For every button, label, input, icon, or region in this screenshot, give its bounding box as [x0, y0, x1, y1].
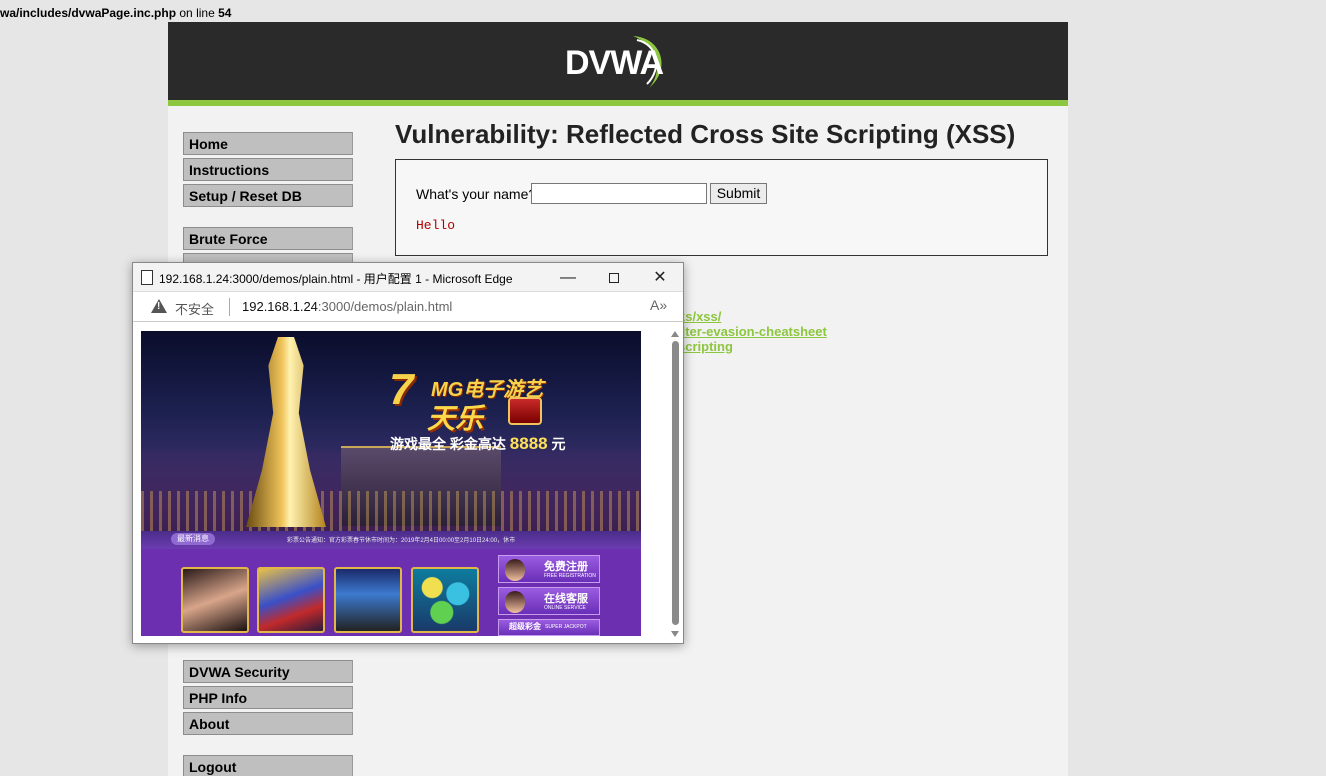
- address-separator: [229, 298, 230, 316]
- menu-group-logout: Logout: [183, 755, 353, 776]
- ad-news-bar: 最新消息 彩票公告通知：官方彩票春节休市时间为：2019年2月4日00:00至2…: [141, 531, 641, 549]
- page-icon: [141, 270, 153, 285]
- address-url[interactable]: 192.168.1.24:3000/demos/plain.html: [242, 299, 452, 314]
- menu-group-settings: DVWA Security PHP Info About: [183, 660, 353, 738]
- slot-machine-icon: [508, 397, 542, 425]
- name-input[interactable]: [531, 183, 707, 204]
- ad-side-en: SUPER JACKPOT: [545, 624, 587, 630]
- ad-register-button[interactable]: 免费注册 FREE REGISTRATION: [498, 555, 600, 583]
- xss-form-box: What's your name? Submit Hello: [395, 159, 1048, 256]
- read-aloud-icon[interactable]: A»: [650, 297, 667, 313]
- menu-logout[interactable]: Logout: [183, 755, 353, 776]
- insecure-label[interactable]: 不安全: [175, 299, 214, 318]
- ad-games: 免费注册 FREE REGISTRATION 在线客服 ONLINE SERVI…: [141, 549, 641, 636]
- ad-lights: [141, 491, 641, 531]
- warning-icon[interactable]: [151, 299, 167, 313]
- php-warning-path: wa/includes/dvwaPage.inc.php: [0, 6, 177, 20]
- ad-sub-amount: 8888: [509, 434, 548, 453]
- popup-scrollbar[interactable]: [670, 328, 682, 641]
- menu-dvwa-security[interactable]: DVWA Security: [183, 660, 353, 683]
- ad-thumb-lottery[interactable]: [411, 567, 479, 633]
- dvwa-logo: DVWA: [563, 30, 673, 96]
- avatar: [505, 559, 525, 581]
- ad-thumb-dealer[interactable]: [181, 567, 249, 633]
- xss-output: Hello: [416, 218, 456, 233]
- php-warning-text: on line: [176, 6, 219, 20]
- php-warning: wa/includes/dvwaPage.inc.php on line 54: [0, 6, 231, 20]
- ad-sub-text: 游戏最全 彩金高达: [390, 436, 506, 452]
- ad-side-en: ONLINE SERVICE: [544, 605, 586, 611]
- ad-tower: [246, 337, 326, 527]
- ad-title-big: 天乐: [427, 403, 484, 434]
- menu-home[interactable]: Home: [183, 132, 353, 155]
- menu-instructions[interactable]: Instructions: [183, 158, 353, 181]
- popup-titlebar[interactable]: 192.168.1.24:3000/demos/plain.html - 用户配…: [133, 263, 683, 292]
- php-warning-line: 54: [218, 6, 232, 20]
- name-label: What's your name?: [416, 186, 537, 202]
- ad-subtitle: 游戏最全 彩金高达 8888 元: [390, 434, 566, 454]
- ad-news-tag: 最新消息: [171, 533, 215, 545]
- more-info-links: ks/xss/ ilter-evasion-cheatsheet scripti…: [678, 309, 827, 354]
- ad-notice: 彩票公告通知：官方彩票春节休市时间为：2019年2月4日00:00至2月10日2…: [287, 538, 516, 544]
- url-host: 192.168.1.24: [242, 299, 318, 314]
- logo-text: DVWA: [565, 44, 664, 82]
- ad-thumb-slots[interactable]: [334, 567, 402, 633]
- ad-casino-scene: 7 MG电子游艺 天乐 游戏最全 彩金高达 8888 元: [141, 331, 641, 536]
- ad-side-cn: 在线客服: [544, 593, 588, 605]
- ad-banner[interactable]: 7 MG电子游艺 天乐 游戏最全 彩金高达 8888 元 最新消息 彩票公告通知…: [141, 331, 641, 636]
- ad-side-cn: 免费注册: [544, 561, 588, 573]
- popup-window-title: 192.168.1.24:3000/demos/plain.html - 用户配…: [159, 272, 513, 286]
- scroll-up-icon[interactable]: [671, 331, 679, 337]
- edge-popup-window: 192.168.1.24:3000/demos/plain.html - 用户配…: [132, 262, 684, 644]
- link-xss[interactable]: ks/xss/: [678, 309, 827, 324]
- submit-button[interactable]: Submit: [710, 183, 767, 204]
- menu-setup-reset-db[interactable]: Setup / Reset DB: [183, 184, 353, 207]
- maximize-button[interactable]: [594, 266, 634, 290]
- ad-thumb-football[interactable]: [257, 567, 325, 633]
- menu-about[interactable]: About: [183, 712, 353, 735]
- header: DVWA: [168, 22, 1068, 106]
- close-button[interactable]: ✕: [640, 266, 680, 290]
- ad-side-en: FREE REGISTRATION: [544, 573, 596, 579]
- link-filter-evasion[interactable]: ilter-evasion-cheatsheet: [678, 324, 827, 339]
- avatar: [505, 591, 525, 613]
- link-cross-site-scripting[interactable]: scripting: [678, 339, 827, 354]
- minimize-button[interactable]: —: [548, 266, 588, 290]
- ad-sub-unit: 元: [551, 436, 566, 452]
- address-bar: 不安全 192.168.1.24:3000/demos/plain.html A…: [133, 292, 683, 322]
- menu-group-main: Home Instructions Setup / Reset DB: [183, 132, 353, 210]
- scroll-thumb[interactable]: [672, 341, 679, 625]
- ad-service-button[interactable]: 在线客服 ONLINE SERVICE: [498, 587, 600, 615]
- menu-brute-force[interactable]: Brute Force: [183, 227, 353, 250]
- maximize-icon: [609, 272, 619, 283]
- ad-side-cn: 超级彩金: [509, 622, 541, 631]
- page-title: Vulnerability: Reflected Cross Site Scri…: [395, 119, 1016, 149]
- menu-php-info[interactable]: PHP Info: [183, 686, 353, 709]
- url-path: :3000/demos/plain.html: [317, 299, 453, 314]
- ad-jackpot-button[interactable]: 超级彩金 SUPER JACKPOT: [498, 619, 600, 636]
- scroll-down-icon[interactable]: [671, 631, 679, 637]
- ad-title-seven: 7: [389, 365, 414, 414]
